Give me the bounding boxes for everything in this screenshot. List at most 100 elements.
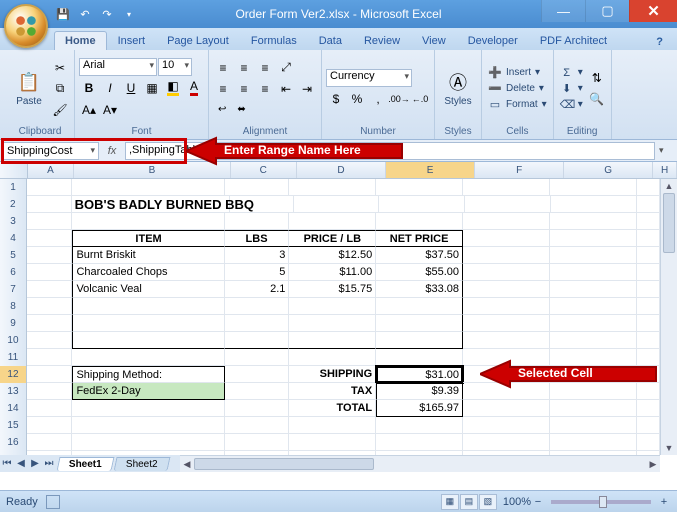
qat-save-icon[interactable]: 💾	[54, 5, 72, 23]
bold-button[interactable]: B	[79, 78, 99, 98]
cell-G9[interactable]	[550, 315, 637, 332]
zoom-thumb[interactable]	[599, 496, 607, 508]
cell-G5[interactable]	[550, 247, 637, 264]
accounting-format-button[interactable]: $	[326, 89, 346, 109]
increase-decimal-button[interactable]: .00→	[389, 89, 409, 109]
cell-H6[interactable]	[637, 264, 660, 281]
cell-C7[interactable]: 2.1	[225, 281, 290, 298]
font-name-combo[interactable]: Arial	[79, 58, 157, 76]
align-center-button[interactable]: ≡	[234, 79, 254, 99]
cell-C10[interactable]	[225, 332, 290, 349]
qat-redo-icon[interactable]: ↷	[98, 5, 116, 23]
cell-A2[interactable]	[27, 196, 72, 213]
number-format-combo[interactable]: Currency	[326, 69, 412, 87]
cell-A6[interactable]	[27, 264, 72, 281]
cell-D1[interactable]	[289, 179, 376, 196]
cell-C2[interactable]	[230, 196, 294, 213]
align-middle-button[interactable]: ≡	[234, 58, 254, 78]
horizontal-scrollbar[interactable]: ◀ ▶	[180, 455, 660, 472]
fill-color-button[interactable]: ◧	[163, 78, 183, 98]
col-H[interactable]: H	[653, 162, 677, 178]
cell-G10[interactable]	[550, 332, 637, 349]
cell-C3[interactable]	[225, 213, 290, 230]
cell-H16[interactable]	[637, 434, 660, 451]
cell-D9[interactable]	[289, 315, 376, 332]
vscroll-thumb[interactable]	[663, 193, 675, 253]
close-button[interactable]: ✕	[629, 0, 677, 22]
rowhdr-5[interactable]: 5	[0, 247, 27, 264]
cell-D4[interactable]: PRICE / LB	[289, 230, 376, 247]
cell-D8[interactable]	[289, 298, 376, 315]
cell-A1[interactable]	[27, 179, 72, 196]
cell-H9[interactable]	[637, 315, 660, 332]
cell-G6[interactable]	[550, 264, 637, 281]
cell-A9[interactable]	[27, 315, 72, 332]
clear-button[interactable]: ⌫▾	[558, 97, 585, 112]
orientation-button[interactable]: ⤢	[276, 58, 296, 78]
cell-F8[interactable]	[463, 298, 550, 315]
cell-E14[interactable]: $165.97	[376, 400, 463, 417]
rowhdr-14[interactable]: 14	[0, 400, 27, 417]
cell-C6[interactable]: 5	[225, 264, 290, 281]
sort-filter-button[interactable]: ⇅	[587, 68, 607, 88]
qat-customize-icon[interactable]: ▾	[120, 5, 138, 23]
merge-center-button[interactable]: ⬌	[232, 100, 250, 120]
delete-cells-button[interactable]: ➖Delete ▾	[486, 81, 549, 96]
cell-B4[interactable]: ITEM	[72, 230, 224, 247]
italic-button[interactable]: I	[100, 78, 120, 98]
col-F[interactable]: F	[475, 162, 564, 178]
cut-button[interactable]: ✂	[50, 58, 70, 78]
cell-A13[interactable]	[27, 383, 72, 400]
qat-undo-icon[interactable]: ↶	[76, 5, 94, 23]
cell-H7[interactable]	[637, 281, 660, 298]
decrease-indent-button[interactable]: ⇤	[276, 79, 296, 99]
cell-G2[interactable]	[551, 196, 637, 213]
cell-E11[interactable]	[376, 349, 463, 366]
cell-D10[interactable]	[289, 332, 376, 349]
cell-C1[interactable]	[225, 179, 290, 196]
cell-D7[interactable]: $15.75	[289, 281, 376, 298]
cell-H14[interactable]	[637, 400, 660, 417]
scroll-left-icon[interactable]: ◀	[180, 456, 194, 472]
tab-pdf-architect[interactable]: PDF Architect	[529, 31, 618, 50]
rowhdr-10[interactable]: 10	[0, 332, 27, 349]
zoom-out-button[interactable]: −	[531, 496, 545, 508]
tab-data[interactable]: Data	[308, 31, 353, 50]
cell-E10[interactable]	[376, 332, 463, 349]
rowhdr-13[interactable]: 13	[0, 383, 27, 400]
autosum-button[interactable]: Σ▾	[558, 66, 585, 80]
cell-E7[interactable]: $33.08	[376, 281, 463, 298]
cell-D14[interactable]: TOTAL	[289, 400, 376, 417]
view-normal-button[interactable]: ▦	[441, 494, 459, 510]
cell-A15[interactable]	[27, 417, 72, 434]
sheet-tab-1[interactable]: Sheet1	[57, 457, 115, 471]
cell-E12[interactable]: $31.00	[376, 366, 463, 383]
cell-H3[interactable]	[637, 213, 660, 230]
tab-insert[interactable]: Insert	[107, 31, 157, 50]
rowhdr-2[interactable]: 2	[0, 196, 27, 213]
tab-nav-next[interactable]: ▶	[28, 458, 42, 469]
cell-E2[interactable]	[379, 196, 465, 213]
cell-C4[interactable]: LBS	[225, 230, 290, 247]
cell-A3[interactable]	[27, 213, 72, 230]
font-size-combo[interactable]: 10	[158, 58, 192, 76]
cell-G3[interactable]	[550, 213, 637, 230]
cell-D15[interactable]	[289, 417, 376, 434]
format-painter-button[interactable]: 🖌	[50, 100, 70, 120]
cell-B14[interactable]	[72, 400, 224, 417]
help-icon[interactable]: ?	[650, 34, 669, 50]
cell-C16[interactable]	[225, 434, 290, 451]
name-box[interactable]: ShippingCost	[3, 142, 99, 160]
cell-B13[interactable]: FedEx 2-Day	[72, 383, 224, 400]
cell-B9[interactable]	[72, 315, 224, 332]
cell-B7[interactable]: Volcanic Veal	[72, 281, 224, 298]
tab-page-layout[interactable]: Page Layout	[156, 31, 240, 50]
cell-G15[interactable]	[550, 417, 637, 434]
cell-H1[interactable]	[637, 179, 660, 196]
cell-G7[interactable]	[550, 281, 637, 298]
rowhdr-8[interactable]: 8	[0, 298, 27, 315]
cell-F1[interactable]	[463, 179, 550, 196]
cell-E3[interactable]	[376, 213, 463, 230]
comma-button[interactable]: ,	[368, 89, 388, 109]
hscroll-thumb[interactable]	[194, 458, 374, 470]
